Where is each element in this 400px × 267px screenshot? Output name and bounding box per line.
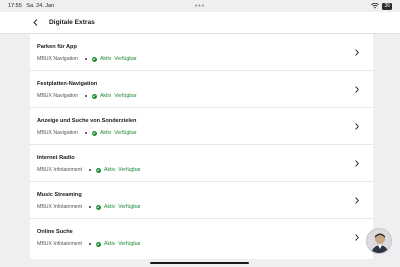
status-bar-left: 17:55 Sa. 24. Jan — [8, 3, 57, 9]
item-status: Aktiv — [103, 204, 116, 210]
check-circle-icon — [95, 167, 101, 173]
item-title: Parken für App — [37, 44, 77, 50]
item-status: Aktiv — [103, 167, 116, 173]
separator-dot — [88, 206, 91, 208]
item-availability: Verfügbar — [114, 56, 137, 62]
item-category: MBUX Infotainment — [37, 167, 82, 173]
check-circle-icon — [91, 93, 97, 99]
item-availability: Verfügbar — [118, 204, 141, 210]
item-meta: MBUX Navigation Aktiv Verfügbar — [37, 56, 137, 62]
item-availability: Verfügbar — [118, 241, 141, 247]
separator-dot — [84, 95, 87, 97]
item-meta: MBUX Navigation Aktiv Verfügbar — [37, 130, 137, 136]
item-category: MBUX Navigation — [37, 130, 78, 136]
item-availability: Verfügbar — [114, 130, 137, 136]
item-meta: MBUX Infotainment Aktiv Verfügbar — [37, 204, 141, 210]
wifi-icon — [371, 3, 380, 9]
item-title: Internet Radio — [37, 155, 75, 161]
item-status: Aktiv — [103, 241, 116, 247]
separator-dot — [88, 243, 91, 245]
list-item[interactable]: Online Suche MBUX Infotainment Aktiv Ver… — [30, 219, 373, 256]
list-item[interactable]: Parken für App MBUX Navigation Aktiv Ver… — [30, 34, 373, 71]
item-status: Aktiv — [99, 93, 112, 99]
status-time: 17:55 — [8, 3, 22, 9]
item-meta: MBUX Infotainment Aktiv Verfügbar — [37, 167, 141, 173]
item-category: MBUX Navigation — [37, 56, 78, 62]
chevron-right-icon — [353, 232, 361, 242]
list-item[interactable]: Internet Radio MBUX Infotainment Aktiv V… — [30, 145, 373, 182]
item-title: Festplatten-Navigation — [37, 81, 98, 87]
item-status: Aktiv — [99, 130, 112, 136]
multitask-dots[interactable]: ••• — [195, 3, 205, 10]
chevron-right-icon — [353, 195, 361, 205]
page-title: Digitale Extras — [49, 19, 95, 26]
extras-list: Parken für App MBUX Navigation Aktiv Ver… — [30, 34, 373, 259]
back-button[interactable] — [29, 16, 41, 30]
item-title: Music Streaming — [37, 192, 82, 198]
chevron-right-icon — [353, 84, 361, 94]
list-item[interactable]: Anzeige und Suche von Sonderzielen MBUX … — [30, 108, 373, 145]
chevron-right-icon — [353, 47, 361, 57]
home-indicator[interactable] — [150, 262, 249, 264]
battery-icon: 36 — [382, 2, 392, 10]
chevron-right-icon — [353, 158, 361, 168]
item-meta: MBUX Navigation Aktiv Verfügbar — [37, 93, 137, 99]
separator-dot — [84, 58, 87, 60]
assistant-avatar-button[interactable] — [366, 228, 392, 254]
check-circle-icon — [91, 56, 97, 62]
item-title: Anzeige und Suche von Sonderzielen — [37, 118, 137, 124]
check-circle-icon — [95, 204, 101, 210]
item-meta: MBUX Infotainment Aktiv Verfügbar — [37, 241, 141, 247]
status-bar: 17:55 Sa. 24. Jan ••• 36 — [0, 0, 400, 12]
separator-dot — [84, 132, 87, 134]
item-title: Online Suche — [37, 229, 73, 235]
separator-dot — [88, 169, 91, 171]
list-item[interactable]: Music Streaming MBUX Infotainment Aktiv … — [30, 182, 373, 219]
chevron-right-icon — [353, 121, 361, 131]
item-category: MBUX Infotainment — [37, 241, 82, 247]
chevron-left-icon — [32, 19, 37, 26]
item-availability: Verfügbar — [114, 93, 137, 99]
check-circle-icon — [95, 241, 101, 247]
item-category: MBUX Infotainment — [37, 204, 82, 210]
item-availability: Verfügbar — [118, 167, 141, 173]
avatar-icon — [371, 233, 389, 253]
item-category: MBUX Navigation — [37, 93, 78, 99]
check-circle-icon — [91, 130, 97, 136]
navigation-bar: Digitale Extras — [0, 12, 400, 34]
status-date: Sa. 24. Jan — [26, 3, 55, 9]
list-item[interactable]: Festplatten-Navigation MBUX Navigation A… — [30, 71, 373, 108]
status-bar-right: 36 — [371, 2, 392, 10]
item-status: Aktiv — [99, 56, 112, 62]
